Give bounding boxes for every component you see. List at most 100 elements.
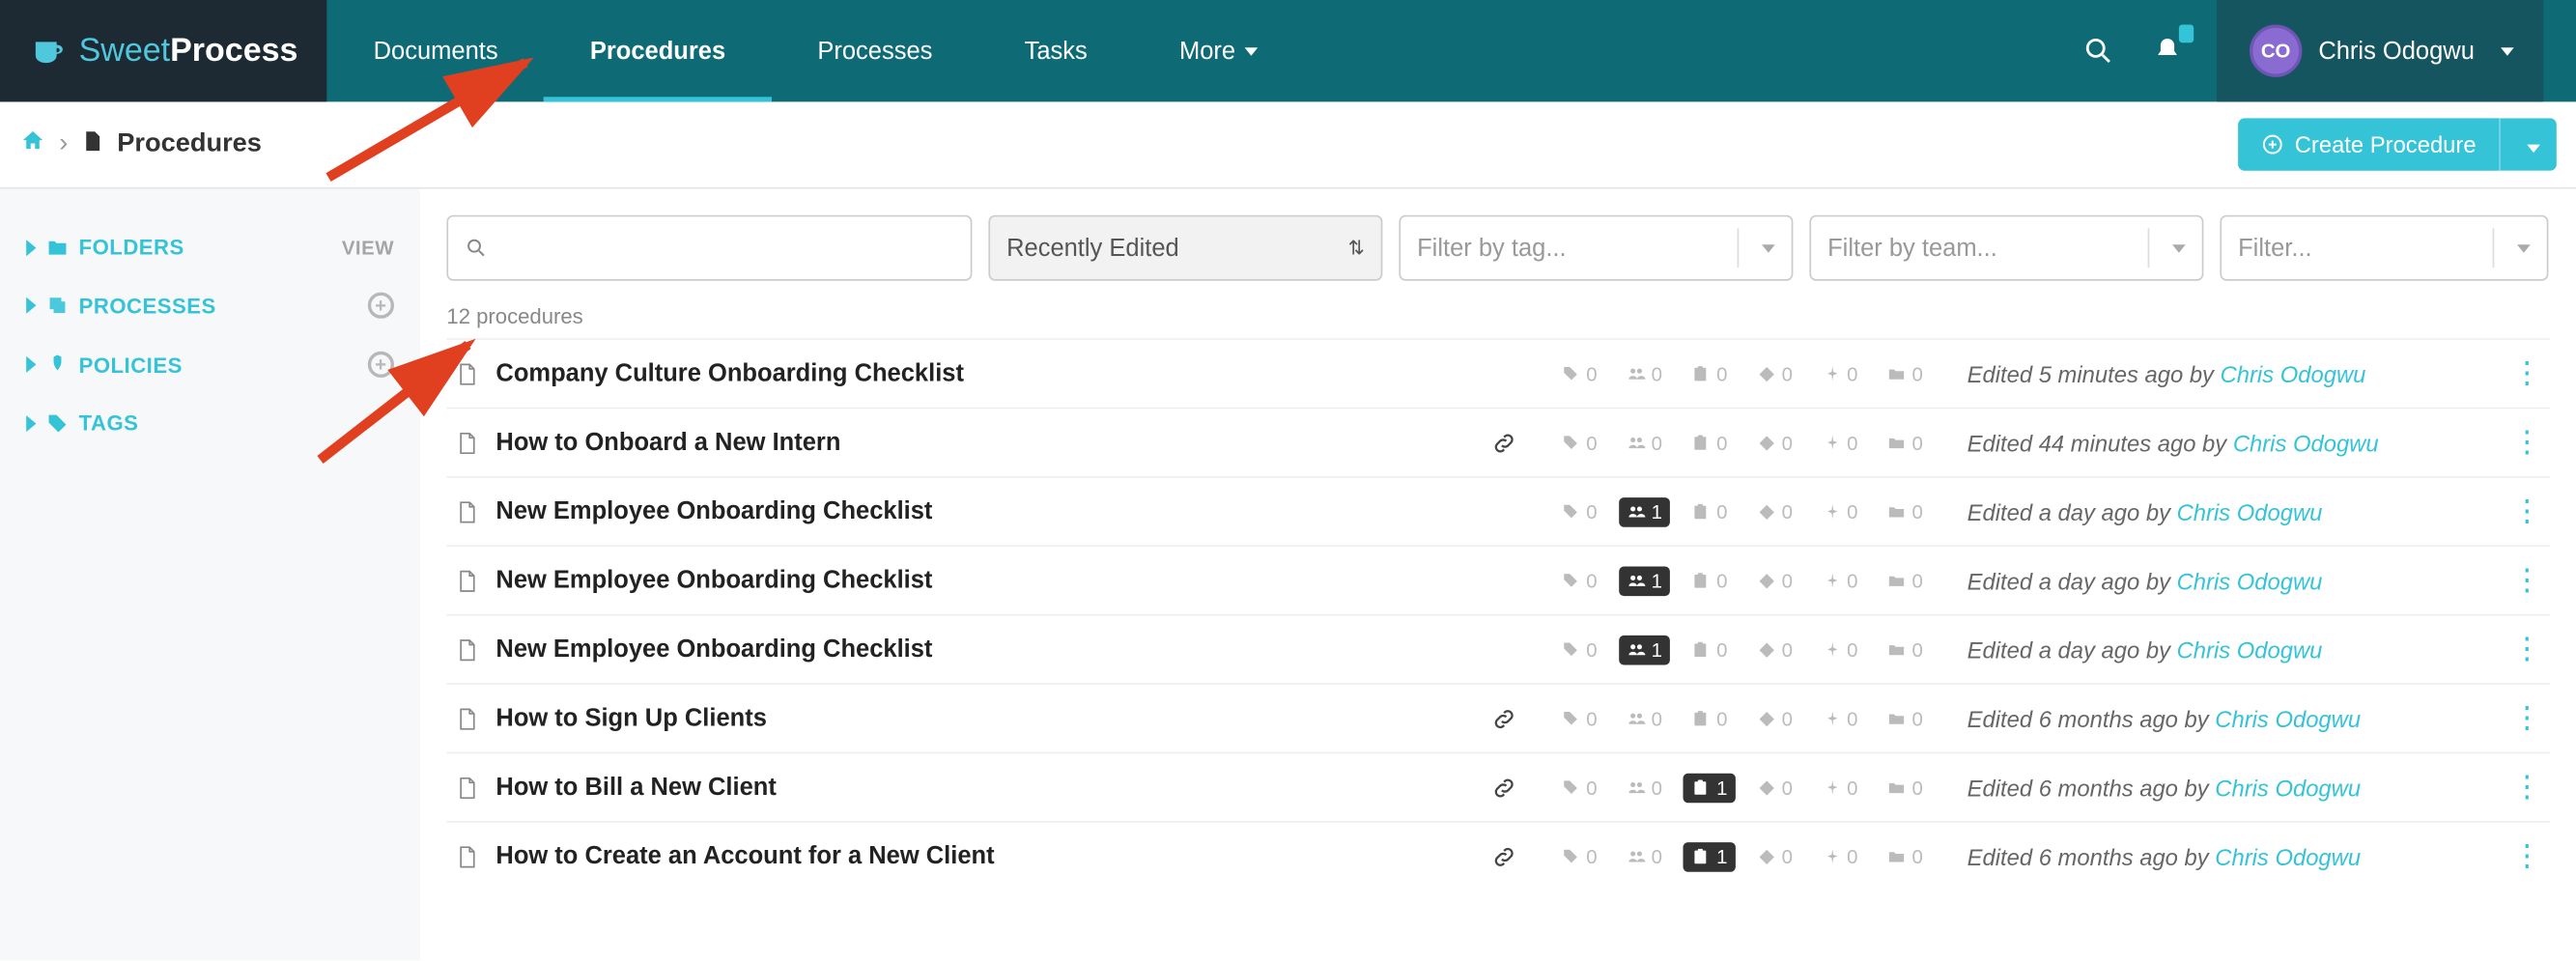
create-procedure-main[interactable]: Create Procedure xyxy=(2239,118,2499,170)
search-icon[interactable] xyxy=(2079,31,2118,71)
filter-team-placeholder: Filter by team... xyxy=(1827,234,1997,262)
stat-tag: 0 xyxy=(1553,496,1605,526)
sidebar-folders[interactable]: FOLDERS VIEW xyxy=(23,218,398,276)
stat-folder: 0 xyxy=(1880,496,1932,526)
create-procedure-label: Create Procedure xyxy=(2295,131,2477,157)
stat-pin: 0 xyxy=(1814,358,1866,388)
create-procedure-split[interactable] xyxy=(2499,118,2557,170)
search-input[interactable] xyxy=(446,215,972,281)
row-menu-icon[interactable]: ⋮ xyxy=(2510,839,2543,874)
sidebar-processes[interactable]: PROCESSES + xyxy=(23,276,398,335)
create-procedure-button[interactable]: Create Procedure xyxy=(2239,118,2557,170)
filter-tag-placeholder: Filter by tag... xyxy=(1417,234,1566,262)
bell-icon[interactable] xyxy=(2148,31,2188,71)
row-menu-icon[interactable]: ⋮ xyxy=(2510,701,2543,736)
author-link[interactable]: Chris Odogwu xyxy=(2215,843,2361,869)
file-icon xyxy=(453,636,479,663)
author-link[interactable]: Chris Odogwu xyxy=(2233,430,2379,456)
file-icon xyxy=(81,128,104,159)
stat-folder: 0 xyxy=(1880,428,1932,458)
stat-team: 1 xyxy=(1619,635,1671,664)
row-menu-icon[interactable]: ⋮ xyxy=(2510,495,2543,529)
author-link[interactable]: Chris Odogwu xyxy=(2177,498,2323,524)
stat-tag: 0 xyxy=(1553,428,1605,458)
stat-pin: 0 xyxy=(1814,428,1866,458)
view-label[interactable]: VIEW xyxy=(342,236,394,259)
edited-text: Edited 6 months ago by Chris Odogwu xyxy=(1967,705,2491,731)
row-menu-icon[interactable]: ⋮ xyxy=(2510,633,2543,667)
file-icon xyxy=(453,498,479,524)
row-menu-icon[interactable]: ⋮ xyxy=(2510,356,2543,391)
row-menu-icon[interactable]: ⋮ xyxy=(2510,563,2543,598)
stat-diamond: 0 xyxy=(1749,428,1801,458)
stat-task: 0 xyxy=(1684,358,1736,388)
nav-tasks[interactable]: Tasks xyxy=(978,0,1133,101)
filter-generic[interactable]: Filter... xyxy=(2220,215,2548,281)
nav-processes[interactable]: Processes xyxy=(772,0,978,101)
procedure-title[interactable]: New Employee Onboarding Checklist xyxy=(495,567,932,595)
filter-tag[interactable]: Filter by tag... xyxy=(1399,215,1793,281)
file-icon xyxy=(453,567,479,593)
row-menu-icon[interactable]: ⋮ xyxy=(2510,770,2543,805)
stat-diamond: 0 xyxy=(1749,358,1801,388)
link-icon[interactable] xyxy=(1475,843,1534,869)
stat-team: 0 xyxy=(1619,773,1671,803)
user-menu[interactable]: CO Chris Odogwu xyxy=(2217,0,2543,101)
stat-team: 0 xyxy=(1619,428,1671,458)
row-menu-icon[interactable]: ⋮ xyxy=(2510,425,2543,460)
stat-pin: 0 xyxy=(1814,635,1866,664)
table-row: How to Onboard a New Intern000000Edited … xyxy=(446,408,2550,476)
link-icon[interactable] xyxy=(1475,775,1534,801)
home-icon[interactable] xyxy=(19,127,45,162)
edited-text: Edited a day ago by Chris Odogwu xyxy=(1967,498,2491,524)
stat-team: 0 xyxy=(1619,703,1671,733)
sidebar-item-label: FOLDERS xyxy=(79,235,184,260)
stat-task: 0 xyxy=(1684,703,1736,733)
brand-text-2: Process xyxy=(170,32,297,70)
filter-team[interactable]: Filter by team... xyxy=(1809,215,2203,281)
author-link[interactable]: Chris Odogwu xyxy=(2215,705,2361,731)
procedure-title[interactable]: How to Sign Up Clients xyxy=(495,704,767,732)
nav-more[interactable]: More xyxy=(1133,0,1304,101)
sidebar-item-label: POLICIES xyxy=(79,353,183,378)
sort-label: Recently Edited xyxy=(1006,234,1179,262)
stat-team: 0 xyxy=(1619,841,1671,871)
user-name: Chris Odogwu xyxy=(2318,37,2475,65)
nav-documents[interactable]: Documents xyxy=(327,0,544,101)
row-stats: 000000 xyxy=(1553,703,1947,733)
stat-pin: 0 xyxy=(1814,496,1866,526)
author-link[interactable]: Chris Odogwu xyxy=(2177,567,2323,593)
nav-more-label: More xyxy=(1179,37,1235,65)
procedure-title[interactable]: How to Onboard a New Intern xyxy=(495,429,840,457)
file-icon xyxy=(453,775,479,801)
stat-diamond: 0 xyxy=(1749,703,1801,733)
filter-bar: Recently Edited ⇅ Filter by tag... Filte… xyxy=(446,215,2550,281)
stat-task: 1 xyxy=(1684,773,1736,803)
sidebar-tags[interactable]: TAGS xyxy=(23,394,398,452)
row-stats: 000000 xyxy=(1553,358,1947,388)
brand-logo[interactable]: SweetProcess xyxy=(0,0,327,101)
chevron-down-icon xyxy=(2172,243,2186,252)
stat-diamond: 0 xyxy=(1749,635,1801,664)
procedure-title[interactable]: How to Create an Account for a New Clien… xyxy=(495,842,994,870)
procedure-title[interactable]: How to Bill a New Client xyxy=(495,774,776,802)
stat-diamond: 0 xyxy=(1749,773,1801,803)
filter-placeholder: Filter... xyxy=(2238,234,2312,262)
stat-task: 0 xyxy=(1684,428,1736,458)
link-icon[interactable] xyxy=(1475,430,1534,456)
brand-text-1: Sweet xyxy=(79,32,171,70)
author-link[interactable]: Chris Odogwu xyxy=(2221,360,2366,386)
folder-icon xyxy=(46,236,70,259)
sidebar-policies[interactable]: POLICIES + xyxy=(23,335,398,394)
nav-procedures[interactable]: Procedures xyxy=(544,0,772,101)
author-link[interactable]: Chris Odogwu xyxy=(2215,775,2361,801)
procedure-title[interactable]: New Employee Onboarding Checklist xyxy=(495,636,932,664)
author-link[interactable]: Chris Odogwu xyxy=(2177,636,2323,663)
plus-icon[interactable]: + xyxy=(368,293,394,319)
plus-icon[interactable]: + xyxy=(368,352,394,378)
sort-select[interactable]: Recently Edited ⇅ xyxy=(988,215,1382,281)
procedure-title[interactable]: Company Culture Onboarding Checklist xyxy=(495,359,964,387)
procedure-title[interactable]: New Employee Onboarding Checklist xyxy=(495,497,932,525)
link-icon[interactable] xyxy=(1475,705,1534,731)
procedures-list: Company Culture Onboarding Checklist0000… xyxy=(446,338,2550,890)
